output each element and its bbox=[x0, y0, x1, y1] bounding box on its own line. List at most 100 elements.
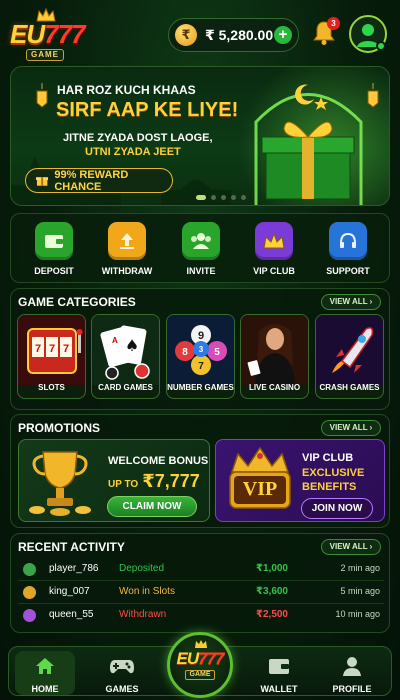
category-label: CRASH GAMES bbox=[319, 383, 380, 392]
lottery-balls-icon: 9 8 5 7 3 bbox=[167, 315, 234, 385]
banner-line-3: JITNE ZYADA DOST LAOGE, bbox=[63, 132, 213, 144]
invite-label: INVITE bbox=[186, 266, 216, 276]
support-label: SUPPORT bbox=[326, 266, 370, 276]
deposit-label: DEPOSIT bbox=[34, 266, 74, 276]
reward-chance-button[interactable]: 99% REWARD CHANCE bbox=[25, 168, 173, 193]
nav-home-label: HOME bbox=[31, 684, 59, 694]
activity-time: 5 min ago bbox=[340, 586, 380, 596]
category-label: CARD GAMES bbox=[98, 383, 153, 392]
crown-icon bbox=[255, 222, 293, 260]
vip-card-line-1: EXCLUSIVE bbox=[302, 467, 365, 479]
section-title: GAME CATEGORIES bbox=[18, 295, 136, 309]
quick-actions: DEPOSIT WITHDRAW INVITE VIP CLUB SUPPORT bbox=[10, 213, 390, 283]
activity-time: 2 min ago bbox=[340, 563, 380, 573]
brand-wordmark: EU777 bbox=[10, 19, 86, 49]
category-number-games[interactable]: 9 8 5 7 3 NUMBER GAMES bbox=[166, 314, 235, 399]
claim-now-button[interactable]: CLAIM NOW bbox=[107, 496, 197, 517]
svg-text:9: 9 bbox=[198, 330, 204, 342]
welcome-bonus-card[interactable]: WELCOME BONUS UP TO ₹7,777 CLAIM NOW bbox=[18, 439, 210, 522]
nav-profile-label: PROFILE bbox=[332, 684, 372, 694]
user-avatar-icon bbox=[23, 586, 36, 599]
view-all-categories-button[interactable]: VIEW ALL › bbox=[321, 294, 381, 310]
activity-amount: ₹1,000 bbox=[256, 563, 288, 574]
promo-banner[interactable]: HAR ROZ KUCH KHAAS SIRF AAP KE LIYE! JIT… bbox=[10, 66, 390, 206]
activity-time: 10 min ago bbox=[335, 609, 380, 619]
vip-card-line-2: BENEFITS bbox=[302, 481, 357, 493]
vip-card-title: VIP CLUB bbox=[302, 452, 354, 464]
withdraw-button[interactable]: WITHDRAW bbox=[95, 222, 159, 276]
category-slots[interactable]: 7 7 7 SLOTS bbox=[17, 314, 86, 399]
section-title: PROMOTIONS bbox=[18, 421, 101, 435]
gift-icon bbox=[36, 177, 49, 186]
gift-box-illustration bbox=[254, 84, 363, 205]
svg-text:7: 7 bbox=[49, 343, 55, 355]
activity-row[interactable]: player_786 Deposited ₹1,000 2 min ago bbox=[18, 558, 384, 581]
vip-club-button[interactable]: VIP CLUB bbox=[242, 222, 306, 276]
wallet-icon bbox=[269, 659, 289, 674]
user-avatar-icon bbox=[23, 609, 36, 622]
category-crash-games[interactable]: CRASH GAMES bbox=[315, 314, 384, 399]
category-card-games[interactable]: ♠ A CARD GAMES bbox=[91, 314, 160, 399]
nav-profile[interactable]: PROFILE bbox=[322, 651, 382, 694]
lantern-icon bbox=[36, 83, 48, 108]
deposit-button[interactable]: DEPOSIT bbox=[22, 222, 86, 276]
welcome-bonus-amount-row: UP TO ₹7,777 bbox=[108, 471, 200, 492]
vip-badge-text: VIP bbox=[242, 478, 278, 500]
brand-tag: GAME bbox=[26, 49, 64, 61]
activity-amount: ₹3,600 bbox=[256, 586, 288, 597]
reward-chance-label: 99% REWARD CHANCE bbox=[54, 168, 129, 193]
svg-text:8: 8 bbox=[182, 347, 188, 358]
category-live-casino[interactable]: LIVE CASINO bbox=[240, 314, 309, 399]
activity-user: queen_55 bbox=[49, 609, 94, 620]
rupee-coin-icon: ₹ bbox=[175, 24, 197, 46]
home-icon bbox=[36, 658, 54, 674]
banner-headline: SIRF AAP KE LIYE! bbox=[56, 99, 239, 121]
activity-amount: ₹2,500 bbox=[256, 609, 288, 620]
nav-wallet-label: WALLET bbox=[260, 684, 298, 694]
balance-amount: ₹ 5,280.00 bbox=[205, 26, 274, 43]
activity-action: Deposited bbox=[119, 563, 165, 574]
vip-club-label: VIP CLUB bbox=[253, 266, 295, 276]
promotions-section: PROMOTIONS VIEW ALL › WELCOME BONUS UP T… bbox=[10, 414, 390, 528]
banner-pagination[interactable] bbox=[196, 195, 246, 200]
join-now-button[interactable]: JOIN NOW bbox=[301, 498, 373, 519]
notifications-button[interactable]: 3 bbox=[312, 17, 340, 46]
wallet-icon bbox=[35, 222, 73, 260]
nav-games-label: GAMES bbox=[105, 684, 139, 694]
category-label: LIVE CASINO bbox=[248, 383, 301, 392]
slot-machine-icon: 7 7 7 bbox=[18, 315, 85, 385]
recent-activity-section: RECENT ACTIVITY VIEW ALL › player_786 De… bbox=[10, 533, 390, 633]
activity-user: player_786 bbox=[49, 563, 99, 574]
center-logo-button[interactable]: EU777 GAME bbox=[167, 632, 233, 698]
game-categories-section: GAME CATEGORIES VIEW ALL › 7 7 7 SLOTS ♠… bbox=[10, 288, 390, 410]
activity-action: Won in Slots bbox=[119, 586, 175, 597]
category-label: SLOTS bbox=[38, 383, 65, 392]
add-funds-button[interactable]: + bbox=[274, 26, 292, 44]
banner-line-4: UTNI ZYADA JEET bbox=[85, 146, 181, 158]
invite-button[interactable]: INVITE bbox=[169, 222, 233, 276]
wallet-balance[interactable]: ₹ ₹ 5,280.00 + bbox=[168, 18, 299, 52]
user-avatar-icon bbox=[23, 563, 36, 576]
gamepad-icon bbox=[110, 660, 134, 674]
crown-icon bbox=[195, 640, 207, 648]
view-all-promotions-button[interactable]: VIEW ALL › bbox=[321, 420, 381, 436]
profile-avatar[interactable] bbox=[349, 15, 387, 53]
nav-home[interactable]: HOME bbox=[15, 651, 75, 695]
section-title: RECENT ACTIVITY bbox=[18, 540, 125, 554]
brand-logo[interactable]: EU777 GAME bbox=[10, 8, 86, 62]
notification-count-badge: 3 bbox=[327, 17, 340, 30]
nav-games[interactable]: GAMES bbox=[92, 651, 152, 694]
dealer-icon bbox=[241, 315, 308, 385]
users-icon bbox=[182, 222, 220, 260]
vip-club-card[interactable]: VIP VIP CLUB EXCLUSIVE BENEFITS JOIN NOW bbox=[215, 439, 385, 522]
activity-row[interactable]: king_007 Won in Slots ₹3,600 5 min ago bbox=[18, 581, 384, 604]
svg-text:5: 5 bbox=[214, 347, 220, 358]
support-button[interactable]: SUPPORT bbox=[316, 222, 380, 276]
svg-text:7: 7 bbox=[35, 343, 41, 355]
banner-line-1: HAR ROZ KUCH KHAAS bbox=[57, 83, 196, 97]
nav-wallet[interactable]: WALLET bbox=[249, 651, 309, 694]
svg-text:7: 7 bbox=[198, 361, 204, 372]
view-all-activity-button[interactable]: VIEW ALL › bbox=[321, 539, 381, 555]
activity-row[interactable]: queen_55 Withdrawn ₹2,500 10 min ago bbox=[18, 604, 384, 627]
category-label: NUMBER GAMES bbox=[167, 383, 234, 392]
